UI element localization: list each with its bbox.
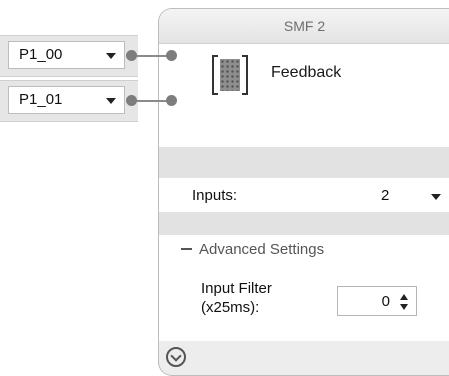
connection-wire bbox=[137, 100, 169, 102]
input-1-value: P1_00 bbox=[19, 46, 63, 63]
chevron-down-icon bbox=[170, 350, 182, 362]
advanced-settings-label: Advanced Settings bbox=[199, 241, 325, 258]
advanced-settings-toggle[interactable]: Advanced Settings bbox=[181, 241, 324, 258]
input-2-value: P1_01 bbox=[19, 91, 63, 108]
inputs-count-value[interactable]: 2 bbox=[381, 187, 389, 204]
divider-band bbox=[159, 212, 449, 235]
input-row-2: P1_01 bbox=[0, 80, 138, 122]
collapse-icon[interactable] bbox=[181, 248, 192, 251]
input-filter-label-line1: Input Filter bbox=[201, 280, 272, 297]
relay-chip-icon bbox=[212, 55, 248, 95]
input-filter-label-line2: (x25ms): bbox=[201, 299, 260, 316]
block-body: Feedback bbox=[159, 44, 449, 147]
chevron-down-icon[interactable] bbox=[431, 194, 441, 200]
block-panel: SMF 2 Feedback Inputs: 2 Advanced Settin… bbox=[158, 8, 449, 376]
block-label: Feedback bbox=[271, 64, 342, 81]
input-filter-value[interactable]: 0 bbox=[382, 293, 390, 310]
divider-band bbox=[159, 147, 449, 178]
inputs-label: Inputs: bbox=[192, 187, 238, 204]
dropdown-arrow-icon[interactable] bbox=[106, 53, 116, 59]
input-2-select[interactable]: P1_01 bbox=[8, 86, 125, 114]
output-port-dot[interactable] bbox=[126, 50, 137, 61]
block-title: SMF 2 bbox=[159, 9, 449, 44]
inputs-count-row[interactable]: Inputs: 2 bbox=[159, 178, 449, 212]
dropdown-arrow-icon[interactable] bbox=[106, 98, 116, 104]
input-filter-stepper[interactable]: 0 bbox=[337, 286, 417, 316]
spin-down-icon[interactable] bbox=[400, 304, 408, 310]
input-filter-label: Input Filter (x25ms): bbox=[201, 279, 272, 317]
output-port-dot[interactable] bbox=[126, 95, 137, 106]
input-port-dot[interactable] bbox=[166, 95, 177, 106]
expand-button[interactable] bbox=[166, 347, 186, 367]
input-row-1: P1_00 bbox=[0, 35, 138, 77]
input-1-select[interactable]: P1_00 bbox=[8, 41, 125, 69]
advanced-settings-section: Advanced Settings Input Filter (x25ms): … bbox=[159, 235, 449, 341]
input-port-dot[interactable] bbox=[166, 50, 177, 61]
connection-wire bbox=[137, 55, 169, 57]
spin-up-icon[interactable] bbox=[400, 294, 408, 300]
